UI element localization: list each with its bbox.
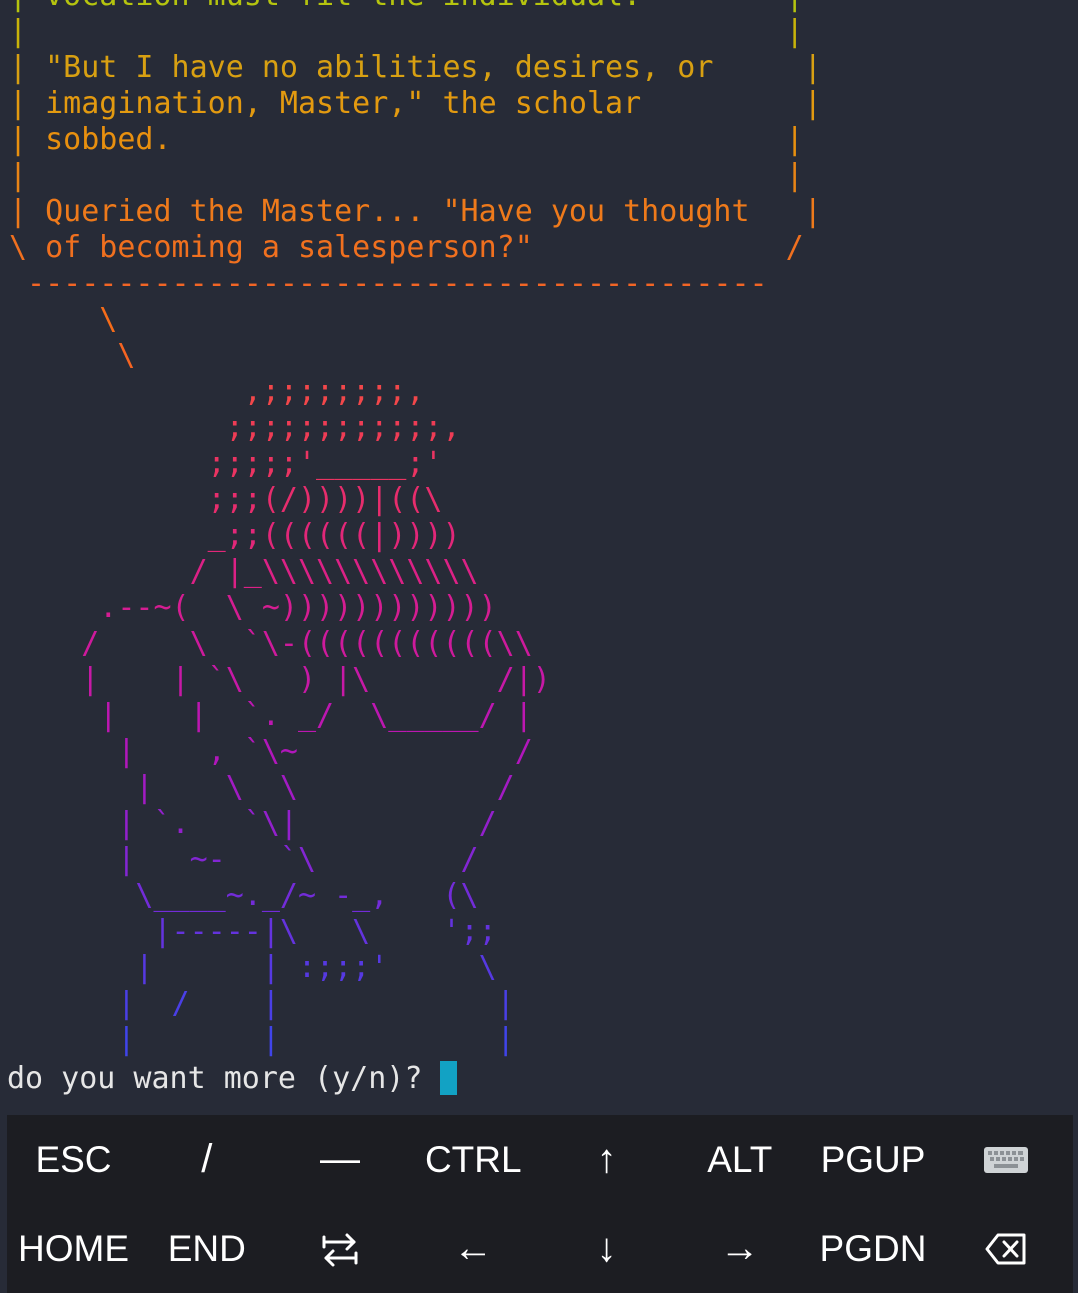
key-backspace[interactable] [940,1204,1073,1293]
terminal-line: | | [9,158,804,193]
key-slash[interactable]: / [140,1115,273,1204]
key-label: ↑ [596,1137,617,1181]
terminal-line: | sobbed. | [9,122,804,157]
backspace-icon [984,1232,1028,1266]
terminal-line: _;;((((((|)))) [9,518,461,553]
key-label: — [320,1137,360,1181]
terminal-line: | \ \ / [9,770,515,805]
key-keyboard[interactable] [940,1115,1073,1204]
key-label: END [167,1227,246,1269]
terminal-line: | / | | [9,986,515,1021]
prompt-text: do you want more (y/n)? [7,1060,423,1096]
key-alt[interactable]: ALT [673,1115,806,1204]
key-label: ← [453,1226,494,1270]
terminal-line: | | `\ ) |\ /|) [9,662,551,697]
terminal-line: | | `. _/ \_____/ | [9,698,533,733]
key-esc[interactable]: ESC [7,1115,140,1204]
key-tab[interactable] [274,1204,407,1293]
key-home[interactable]: HOME [7,1204,140,1293]
terminal-line: / |_\\\\\\\\\\\\ [9,554,479,589]
terminal-line: ;;;;;'_____;' [9,446,443,481]
terminal-line: / \ `\-(((((((((((\\ [9,626,533,661]
key-label: → [719,1226,760,1270]
terminal-line: | | :;;;' \ [9,950,497,985]
key-ctrl[interactable]: CTRL [407,1115,540,1204]
terminal-line: |-----|\ \ ';; [9,914,497,949]
key-pgdn[interactable]: PGDN [807,1204,940,1293]
terminal-line: ;;;(/))))|((\ [9,482,443,517]
swap-arrows-icon [320,1229,360,1269]
terminal-line: | imagination, Master," the scholar | [9,86,822,121]
terminal-output[interactable]: | vocation must fit the individual. || |… [0,0,1078,1112]
terminal-line: | | [9,14,804,49]
key-down[interactable]: ↓ [540,1204,673,1293]
terminal-line: | vocation must fit the individual. | [9,0,804,14]
extra-keys-bar: ESC / — CTRL ↑ ALT PGUP HOME END ← ↓ → PGDN [7,1115,1073,1293]
key-right[interactable]: → [673,1204,806,1293]
key-label: PGDN [819,1227,927,1269]
terminal-line: | "But I have no abilities, desires, or … [9,50,822,85]
terminal-line: \ of becoming a salesperson?" / [9,230,804,265]
text-cursor [440,1061,458,1095]
key-label: ALT [707,1138,773,1180]
terminal-line: ----------------------------------------… [9,266,786,301]
key-label: ESC [35,1138,112,1180]
terminal-line: ,;;;;;;;;, [9,374,425,409]
key-label: HOME [18,1227,129,1269]
terminal-line: | Queried the Master... "Have you though… [9,194,822,229]
terminal-line: | | | [9,1022,515,1057]
key-pgup[interactable]: PGUP [807,1115,940,1204]
terminal-line: \____~._/~ -_, (\ [9,878,479,913]
keyboard-icon [983,1145,1029,1175]
key-up[interactable]: ↑ [540,1115,673,1204]
key-end[interactable]: END [140,1204,273,1293]
key-label: CTRL [424,1138,522,1180]
terminal-line: | `. `\| / [9,806,497,841]
key-dash[interactable]: — [274,1115,407,1204]
key-left[interactable]: ← [407,1204,540,1293]
prompt-line: do you want more (y/n)? [7,1059,458,1097]
terminal-line: \ [9,302,118,337]
terminal-line: \ [9,338,136,373]
terminal-line: | ~- `\ / [9,842,479,877]
terminal-line: | , `\~ / [9,734,533,769]
key-label: PGUP [820,1138,926,1180]
key-label: ↓ [596,1226,617,1270]
key-label: / [201,1137,213,1181]
terminal-line: .--~( \ ~)))))))))))) [9,590,497,625]
terminal-line: ;;;;;;;;;;;;, [9,410,461,445]
